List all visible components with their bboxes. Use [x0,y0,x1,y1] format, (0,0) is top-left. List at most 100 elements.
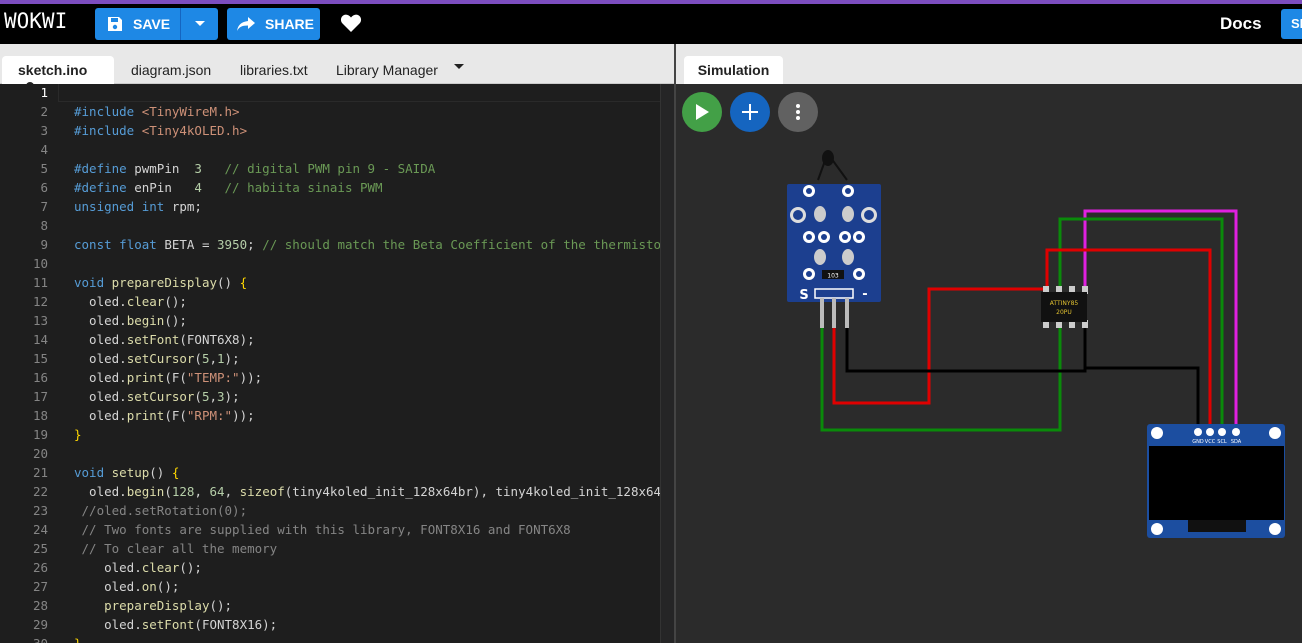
simulation-canvas[interactable]: 103 S - ATTINY85 20PU GND VCC SCL SDA [676,84,1302,643]
line-number: 18 [32,408,48,423]
save-dropdown-button[interactable] [181,8,218,40]
code-text: oled.begin(); [74,313,187,328]
code-line[interactable]: 25 // To clear all the memory [0,539,674,558]
code-line[interactable]: 19} [0,425,674,444]
code-text: oled.setFont(FONT8X16); [74,617,278,632]
code-line[interactable]: 29 oled.setFont(FONT8X16); [0,615,674,634]
code-line[interactable]: 14 oled.setFont(FONT6X8); [0,330,674,349]
oled-pin-sda: SDA [1231,439,1242,445]
ntc-temperature-sensor[interactable]: 103 S - [787,150,881,328]
line-number: 23 [32,503,48,518]
tab-diagram-json[interactable]: diagram.json [131,56,211,84]
code-line[interactable]: 30} [0,634,674,643]
top-bar: WOKWI SAVE SHARE Docs SI [0,4,1302,44]
code-line[interactable]: 26 oled.clear(); [0,558,674,577]
tab-sketch-ino[interactable]: sketch.ino [2,56,114,91]
save-button[interactable]: SAVE [95,8,218,40]
line-number: 11 [32,275,48,290]
code-text: oled.begin(128, 64, sizeof(tiny4koled_in… [74,484,662,499]
tabs-menu-caret-icon[interactable] [454,64,464,69]
line-number: 13 [32,313,48,328]
circuit-diagram: 103 S - ATTINY85 20PU GND VCC SCL SDA [787,150,1285,538]
line-number: 17 [32,389,48,404]
code-line[interactable]: 18 oled.print(F("RPM:")); [0,406,674,425]
code-line[interactable]: 9 const float BETA = 3950; // should matc… [0,235,674,254]
wire-green-bottom [820,325,1062,432]
code-line[interactable]: 11 void prepareDisplay() { [0,273,674,292]
editor-scrollbar[interactable] [660,84,674,643]
code-text: //oled.setRotation(0); [74,503,248,518]
wire-red-top [1045,248,1212,430]
line-number: 5 [40,161,48,176]
sensor-ground-label: - [862,287,867,302]
code-line[interactable]: 12 oled.clear(); [0,292,674,311]
code-line[interactable]: 8 [0,216,674,235]
attiny85-chip[interactable]: ATTINY85 20PU [1041,286,1088,328]
code-line[interactable]: 2 #include <TinyWireM.h> [0,102,674,121]
code-text: oled.on(); [74,579,180,594]
share-button[interactable]: SHARE [227,8,320,40]
code-text: oled.setCursor(5,1); [74,351,240,366]
code-line[interactable]: 22 oled.begin(128, 64, sizeof(tiny4koled… [0,482,674,501]
oled-pin-gnd: GND [1192,439,1204,445]
line-number: 6 [40,180,48,195]
save-label: SAVE [133,16,171,32]
line-number: 24 [32,522,48,537]
code-line[interactable]: 24 // Two fonts are supplied with this l… [0,520,674,539]
code-line[interactable]: 20 [0,444,674,463]
code-line[interactable]: 1 [0,84,674,102]
code-line[interactable]: 28 prepareDisplay(); [0,596,674,615]
line-number: 3 [40,123,48,138]
oled-pin-vcc: VCC [1205,439,1216,445]
line-number: 9 [40,237,48,252]
line-number: 2 [40,104,48,119]
docs-link[interactable]: Docs [1220,14,1262,34]
code-line[interactable]: 16 oled.print(F("TEMP:")); [0,368,674,387]
code-text: oled.setCursor(5,3); [74,389,240,404]
line-number: 15 [32,351,48,366]
code-text: oled.setFont(FONT6X8); [74,332,255,347]
sign-in-button[interactable]: SI [1281,9,1302,39]
tab-libraries-txt[interactable]: libraries.txt [240,56,308,84]
code-text: void setup() { [74,465,180,480]
code-text: unsigned int rpm; [74,199,202,214]
wokwi-logo[interactable]: WOKWI [4,9,67,33]
tab-simulation[interactable]: Simulation [684,56,783,84]
heart-icon[interactable] [340,13,362,33]
current-line-highlight [58,84,662,102]
code-text: } [74,634,82,643]
code-line[interactable]: 27 oled.on(); [0,577,674,596]
code-line[interactable]: 5 #define pwmPin 3 // digital PWM pin 9 -… [0,159,674,178]
code-line[interactable]: 10 [0,254,674,273]
code-line[interactable]: 21 void setup() { [0,463,674,482]
code-line[interactable]: 13 oled.begin(); [0,311,674,330]
save-icon [108,17,122,31]
code-line[interactable]: 7 unsigned int rpm; [0,197,674,216]
code-text: #define pwmPin 3 // digital PWM pin 9 - … [74,161,436,176]
code-line[interactable]: 17 oled.setCursor(5,3); [0,387,674,406]
chip-label-name: ATTINY85 [1050,300,1079,307]
line-number: 26 [32,560,48,575]
line-number: 20 [32,446,48,461]
code-editor[interactable]: 1 2 #include <TinyWireM.h> 3 #include <Tiny4… [0,84,674,643]
code-text: #include <TinyWireM.h> [74,104,240,119]
tab-library-manager[interactable]: Library Manager [336,56,438,84]
tab-label: sketch.ino [18,62,88,78]
code-text: void prepareDisplay() { [74,275,248,290]
code-line[interactable]: 3 #include <Tiny4kOLED.h> [0,121,674,140]
code-line[interactable]: 15 oled.setCursor(5,1); [0,349,674,368]
line-number: 16 [32,370,48,385]
ssd1306-oled-display[interactable]: GND VCC SCL SDA [1147,424,1285,538]
code-line[interactable]: 4 [0,140,674,159]
code-line[interactable]: 23 //oled.setRotation(0); [0,501,674,520]
share-label: SHARE [265,16,315,32]
line-number: 27 [32,579,48,594]
line-number: 28 [32,598,48,613]
line-number: 29 [32,617,48,632]
line-number: 10 [32,256,48,271]
wire-black-right [1083,325,1200,430]
editor-tab-bar: sketch.ino diagram.json libraries.txt Li… [0,44,674,91]
line-number: 22 [32,484,48,499]
code-line[interactable]: 6 #define enPin 4 // habiita sinais PWM [0,178,674,197]
code-text: } [74,427,82,442]
